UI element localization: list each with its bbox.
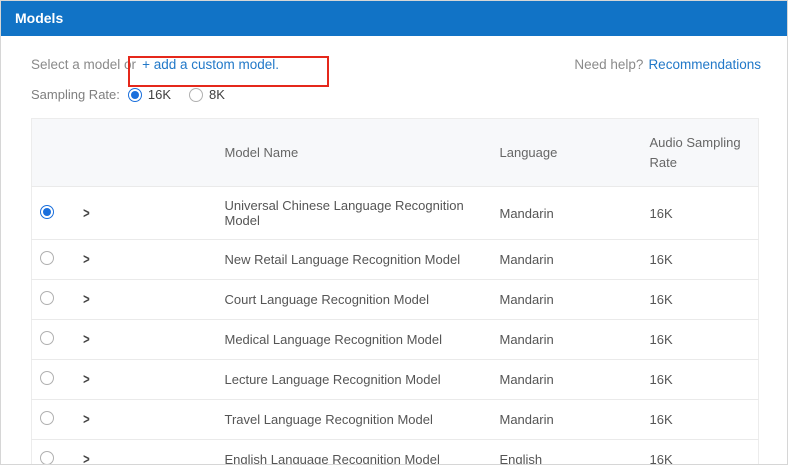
model-name-cell: Universal Chinese Language Recognition M…: [217, 187, 492, 240]
rate-cell: 16K: [642, 440, 759, 465]
sampling-option-8k[interactable]: 8K: [189, 87, 225, 102]
rate-cell: 16K: [642, 320, 759, 360]
recommendations-link[interactable]: Recommendations: [648, 57, 761, 72]
header-row: Model Name Language Audio Sampling Rate: [32, 119, 759, 187]
expand-chevron-icon[interactable]: >: [83, 291, 90, 308]
model-name-cell: Lecture Language Recognition Model: [217, 360, 492, 400]
language-cell: Mandarin: [492, 320, 642, 360]
model-name-text: New Retail Language Recognition Model: [225, 252, 461, 267]
table-row[interactable]: > English Language Recognition Model Eng…: [32, 440, 759, 465]
row-radio-button[interactable]: [40, 291, 54, 305]
add-custom-model-link[interactable]: + add a custom model.: [142, 57, 279, 72]
row-expand-cell: >: [74, 320, 217, 360]
row-radio-cell: [32, 280, 74, 320]
rate-cell: 16K: [642, 400, 759, 440]
model-name-text: Travel Language Recognition Model: [225, 412, 433, 427]
expand-chevron-icon[interactable]: >: [83, 451, 90, 465]
need-help-label: Need help?: [574, 57, 643, 72]
model-name-text: English Language Recognition Model: [225, 452, 440, 465]
language-cell: Mandarin: [492, 280, 642, 320]
row-radio-cell: [32, 187, 74, 240]
language-cell: English: [492, 440, 642, 465]
row-radio-cell: [32, 400, 74, 440]
table-row[interactable]: > New Retail Language Recognition Model …: [32, 240, 759, 280]
sampling-rate-row: Sampling Rate: 16K 8K: [1, 72, 787, 102]
row-radio-button[interactable]: [40, 451, 54, 465]
model-table-header: Model Name Language Audio Sampling Rate: [32, 119, 759, 187]
model-name-cell: Medical Language Recognition Model: [217, 320, 492, 360]
row-radio-cell: [32, 360, 74, 400]
expand-chevron-icon[interactable]: >: [83, 371, 90, 388]
model-name-cell: English Language Recognition Model: [217, 440, 492, 465]
radio-icon-16k[interactable]: [128, 88, 142, 102]
row-radio-button[interactable]: [40, 251, 54, 265]
language-cell: Mandarin: [492, 240, 642, 280]
row-radio-button[interactable]: [40, 371, 54, 385]
sampling-option-16k[interactable]: 16K: [128, 87, 171, 102]
rate-cell: 16K: [642, 240, 759, 280]
column-header-language: Language: [492, 119, 642, 187]
model-name-cell: Court Language Recognition Model: [217, 280, 492, 320]
row-radio-button[interactable]: [40, 205, 54, 219]
row-expand-cell: >: [74, 187, 217, 240]
row-radio-cell: [32, 440, 74, 465]
title-bar: Models: [1, 1, 787, 36]
expand-chevron-icon[interactable]: >: [83, 251, 90, 268]
need-help-text: Need help? Recommendations: [574, 57, 761, 72]
expand-chevron-icon[interactable]: >: [83, 331, 90, 348]
table-row[interactable]: > Lecture Language Recognition Model Man…: [32, 360, 759, 400]
column-header-audio-sampling-rate: Audio Sampling Rate: [642, 119, 759, 187]
row-radio-cell: [32, 240, 74, 280]
language-cell: Mandarin: [492, 187, 642, 240]
table-row[interactable]: > Universal Chinese Language Recognition…: [32, 187, 759, 240]
rate-cell: 16K: [642, 280, 759, 320]
model-name-cell: New Retail Language Recognition Model: [217, 240, 492, 280]
model-name-text: Universal Chinese Language Recognition M…: [225, 198, 464, 228]
row-expand-cell: >: [74, 360, 217, 400]
select-model-text: Select a model or: [31, 57, 136, 72]
column-header-radio: [32, 119, 74, 187]
model-name-text: Lecture Language Recognition Model: [225, 372, 441, 387]
model-table: Model Name Language Audio Sampling Rate …: [31, 118, 759, 465]
row-radio-button[interactable]: [40, 411, 54, 425]
rate-cell: 16K: [642, 187, 759, 240]
radio-icon-8k[interactable]: [189, 88, 203, 102]
model-name-text: Court Language Recognition Model: [225, 292, 430, 307]
sampling-option-8k-label: 8K: [209, 87, 225, 102]
expand-chevron-icon[interactable]: >: [83, 411, 90, 428]
expand-chevron-icon[interactable]: >: [83, 205, 90, 222]
row-radio-button[interactable]: [40, 331, 54, 345]
row-expand-cell: >: [74, 240, 217, 280]
language-cell: Mandarin: [492, 360, 642, 400]
sampling-rate-label: Sampling Rate:: [31, 87, 120, 102]
row-expand-cell: >: [74, 440, 217, 465]
toolbar: Select a model or + add a custom model. …: [1, 36, 787, 72]
row-radio-cell: [32, 320, 74, 360]
model-name-cell: Travel Language Recognition Model: [217, 400, 492, 440]
language-cell: Mandarin: [492, 400, 642, 440]
table-row[interactable]: > Court Language Recognition Model Manda…: [32, 280, 759, 320]
rate-cell: 16K: [642, 360, 759, 400]
row-expand-cell: >: [74, 280, 217, 320]
row-expand-cell: >: [74, 400, 217, 440]
column-header-expand: [74, 119, 217, 187]
table-row[interactable]: > Medical Language Recognition Model Man…: [32, 320, 759, 360]
models-panel: Models Select a model or + add a custom …: [0, 0, 788, 465]
table-row[interactable]: > Travel Language Recognition Model Mand…: [32, 400, 759, 440]
sampling-option-16k-label: 16K: [148, 87, 171, 102]
model-name-text: Medical Language Recognition Model: [225, 332, 443, 347]
column-header-model-name: Model Name: [217, 119, 492, 187]
model-table-body: > Universal Chinese Language Recognition…: [32, 187, 759, 465]
page-title: Models: [15, 10, 63, 26]
